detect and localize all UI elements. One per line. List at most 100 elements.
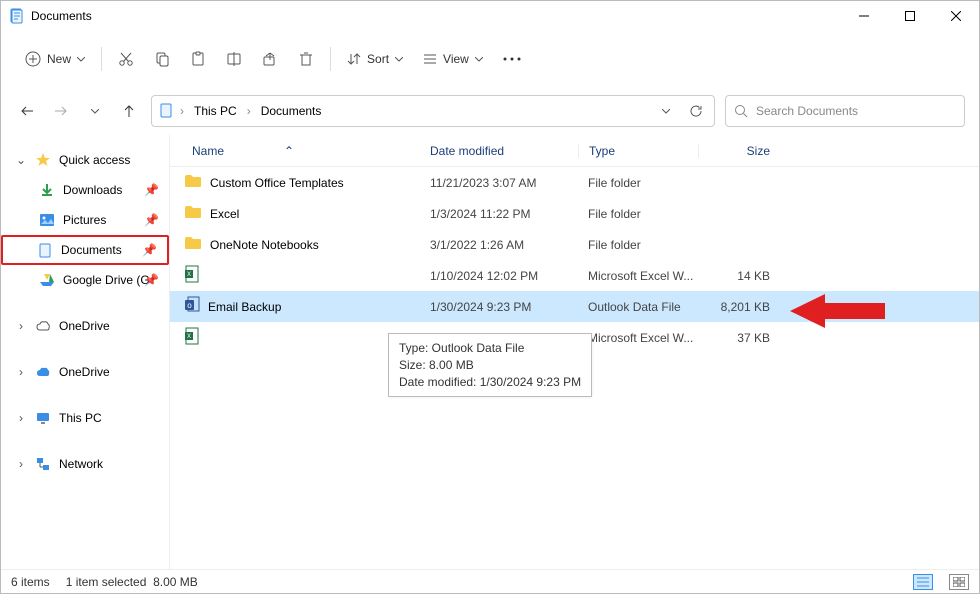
sort-button[interactable]: Sort <box>337 46 413 72</box>
file-size: 14 KB <box>698 269 784 283</box>
address-chevron[interactable] <box>654 99 678 123</box>
back-button[interactable] <box>15 99 39 123</box>
forward-button[interactable] <box>49 99 73 123</box>
close-button[interactable] <box>933 1 979 31</box>
copy-icon <box>154 51 170 67</box>
chevron-down-icon <box>475 57 483 62</box>
sidebar-item-label: Quick access <box>59 153 130 167</box>
status-bar: 6 items 1 item selected 8.00 MB <box>1 569 979 593</box>
minimize-button[interactable] <box>841 1 887 31</box>
sort-indicator-icon: ⌃ <box>284 144 294 158</box>
chevron-right-icon[interactable]: › <box>15 319 27 333</box>
sidebar-item-label: Network <box>59 457 103 471</box>
documents-icon <box>158 102 174 121</box>
copy-button[interactable] <box>144 45 180 73</box>
column-header-size[interactable]: Size <box>698 144 784 158</box>
sort-icon <box>347 52 361 66</box>
delete-button[interactable] <box>288 45 324 73</box>
documents-icon <box>9 8 25 24</box>
tooltip-line: Type: Outlook Data File <box>399 340 581 357</box>
recent-chevron[interactable] <box>83 99 107 123</box>
sidebar-documents[interactable]: Documents 📌 <box>1 235 169 265</box>
refresh-button[interactable] <box>684 99 708 123</box>
column-headers: Name⌃ Date modified Type Size <box>170 135 979 167</box>
google-drive-icon <box>39 272 55 288</box>
rename-icon <box>226 51 242 67</box>
search-placeholder: Search Documents <box>756 104 858 118</box>
address-bar[interactable]: › This PC › Documents <box>151 95 715 127</box>
status-item-count: 6 items <box>11 575 50 589</box>
file-row[interactable]: Custom Office Templates11/21/2023 3:07 A… <box>170 167 979 198</box>
main: ⌄ Quick access Downloads 📌 Pictures 📌 Do… <box>1 135 979 569</box>
status-selected: 1 item selected <box>66 575 147 589</box>
chevron-down-icon <box>77 57 85 62</box>
breadcrumb-this-pc[interactable]: This PC <box>190 102 241 120</box>
star-icon <box>35 152 51 168</box>
view-button[interactable]: View <box>413 46 493 72</box>
column-header-date[interactable]: Date modified <box>430 144 578 158</box>
svg-text:X: X <box>187 334 191 340</box>
thumbnails-view-button[interactable] <box>949 574 969 590</box>
file-name: OneNote Notebooks <box>210 238 319 252</box>
file-date: 3/1/2022 1:26 AM <box>430 238 578 252</box>
chevron-right-icon[interactable]: › <box>15 365 27 379</box>
file-size: 8,201 KB <box>698 300 784 314</box>
column-header-name[interactable]: Name⌃ <box>170 144 430 158</box>
cloud-icon <box>35 364 51 380</box>
pin-icon[interactable]: 📌 <box>144 273 159 287</box>
file-type: File folder <box>578 207 698 221</box>
paste-button[interactable] <box>180 45 216 73</box>
titlebar: Documents <box>1 1 979 31</box>
details-view-button[interactable] <box>913 574 933 590</box>
sidebar-this-pc[interactable]: › This PC <box>1 403 169 433</box>
sidebar-downloads[interactable]: Downloads 📌 <box>1 175 169 205</box>
share-button[interactable] <box>252 45 288 73</box>
folder-icon <box>184 205 202 222</box>
address-row: › This PC › Documents Search Documents <box>1 87 979 135</box>
sidebar-item-label: This PC <box>59 411 102 425</box>
sidebar-onedrive-1[interactable]: › OneDrive <box>1 311 169 341</box>
pin-icon[interactable]: 📌 <box>144 183 159 197</box>
svg-text:o: o <box>187 301 192 310</box>
ellipsis-icon <box>503 57 521 61</box>
sidebar-item-label: OneDrive <box>59 319 110 333</box>
file-row[interactable]: OneNote Notebooks 3/1/2022 1:26 AMFile fo… <box>170 229 979 260</box>
file-type: Microsoft Excel W... <box>578 331 698 345</box>
download-icon <box>39 182 55 198</box>
separator <box>330 47 331 71</box>
chevron-down-icon[interactable]: ⌄ <box>15 153 27 167</box>
cut-button[interactable] <box>108 45 144 73</box>
sidebar-item-label: Pictures <box>63 213 106 227</box>
file-type: File folder <box>578 176 698 190</box>
sidebar-pictures[interactable]: Pictures 📌 <box>1 205 169 235</box>
status-size: 8.00 MB <box>153 575 198 589</box>
documents-icon <box>37 242 53 258</box>
rename-button[interactable] <box>216 45 252 73</box>
file-icon: X <box>184 265 200 286</box>
pin-icon[interactable]: 📌 <box>144 213 159 227</box>
breadcrumb-documents[interactable]: Documents <box>257 102 326 120</box>
sidebar-network[interactable]: › Network <box>1 449 169 479</box>
chevron-right-icon[interactable]: › <box>15 411 27 425</box>
chevron-right-icon[interactable]: › <box>15 457 27 471</box>
pin-icon[interactable]: 📌 <box>142 243 157 257</box>
sidebar: ⌄ Quick access Downloads 📌 Pictures 📌 Do… <box>1 135 169 569</box>
sidebar-quick-access[interactable]: ⌄ Quick access <box>1 145 169 175</box>
up-button[interactable] <box>117 99 141 123</box>
chevron-down-icon <box>395 57 403 62</box>
file-row[interactable]: Excel1/3/2024 11:22 PMFile folder <box>170 198 979 229</box>
pictures-icon <box>39 212 55 228</box>
new-button[interactable]: New <box>15 45 95 73</box>
more-button[interactable] <box>493 51 531 67</box>
chevron-right-icon[interactable]: › <box>180 104 184 118</box>
file-type: File folder <box>578 238 698 252</box>
column-header-type[interactable]: Type <box>578 144 698 158</box>
view-icon <box>423 52 437 66</box>
sidebar-google-drive[interactable]: Google Drive (G 📌 <box>1 265 169 295</box>
search-input[interactable]: Search Documents <box>725 95 965 127</box>
sidebar-onedrive-2[interactable]: › OneDrive <box>1 357 169 387</box>
maximize-button[interactable] <box>887 1 933 31</box>
file-date: 1/3/2024 11:22 PM <box>430 207 578 221</box>
chevron-right-icon[interactable]: › <box>247 104 251 118</box>
paste-icon <box>190 51 206 67</box>
